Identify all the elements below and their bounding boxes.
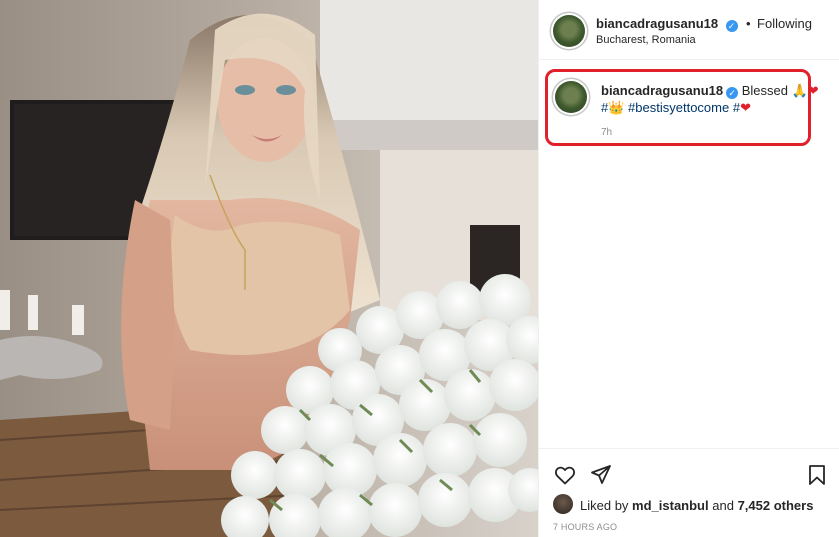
post-header: biancadragusanu18 ✓ • Following Buchares…: [539, 0, 839, 60]
verified-icon: ✓: [725, 20, 738, 32]
likes-prefix: Liked by: [580, 498, 629, 513]
header-username[interactable]: biancadragusanu18: [596, 16, 718, 31]
liker-avatar[interactable]: [553, 494, 573, 514]
location-link[interactable]: Bucharest, Romania: [596, 34, 696, 46]
share-icon[interactable]: [589, 463, 613, 487]
likes-count-link[interactable]: 7,452 others: [738, 498, 814, 513]
post-photo-image: [0, 0, 538, 537]
bookmark-icon[interactable]: [805, 463, 829, 487]
follow-status-button[interactable]: Following: [757, 16, 812, 31]
likes-line: Liked by md_istanbul and 7,452 others: [580, 498, 813, 513]
action-bar: Liked by md_istanbul and 7,452 others 7 …: [539, 448, 839, 537]
header-user-line: biancadragusanu18 ✓ • Following: [596, 15, 812, 33]
avatar[interactable]: [553, 15, 585, 47]
caption-highlight-box: [545, 69, 811, 146]
heart-icon[interactable]: [553, 463, 577, 487]
follow-separator: •: [746, 16, 751, 31]
post-timestamp: 7 HOURS AGO: [553, 522, 618, 532]
likes-joiner: and: [712, 498, 734, 513]
liker-username[interactable]: md_istanbul: [632, 498, 709, 513]
post-photo[interactable]: [0, 0, 538, 537]
